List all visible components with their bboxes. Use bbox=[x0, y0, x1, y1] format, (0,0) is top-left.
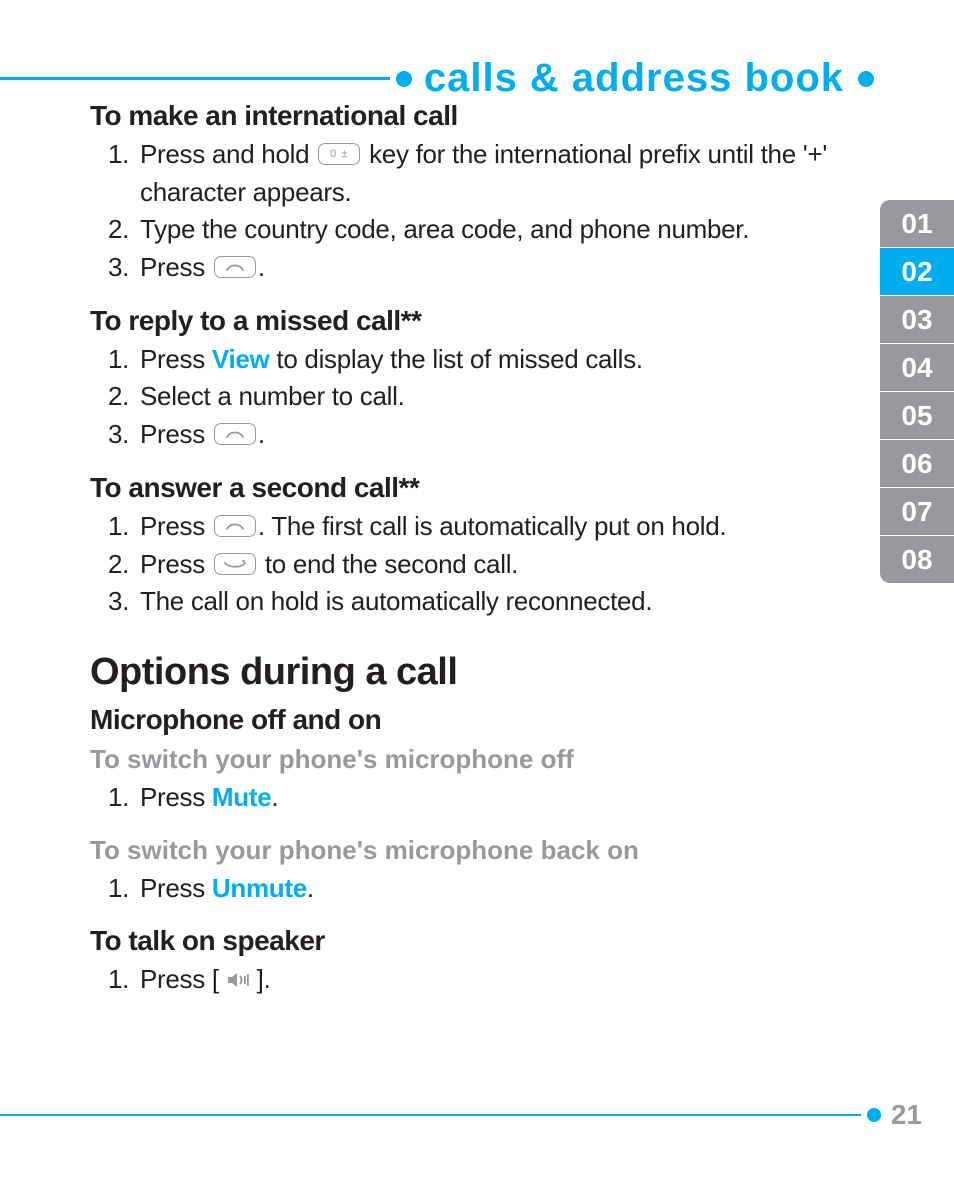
subheading-mic-off: To switch your phone's microphone off bbox=[90, 744, 834, 775]
header-rule-line bbox=[0, 77, 390, 80]
step: Press . bbox=[136, 416, 834, 454]
text: Press and hold bbox=[140, 139, 316, 169]
step: Press Mute. bbox=[136, 779, 834, 817]
header-dot-right-icon bbox=[858, 71, 874, 87]
step: Press and hold 0 ± key for the internati… bbox=[136, 136, 834, 211]
content: To make an international call Press and … bbox=[90, 100, 834, 1018]
step: The call on hold is automatically reconn… bbox=[136, 583, 834, 621]
tab-05[interactable]: 05 bbox=[880, 392, 954, 440]
tab-08[interactable]: 08 bbox=[880, 536, 954, 583]
text: Press bbox=[140, 511, 212, 541]
steps-intl-call: Press and hold 0 ± key for the internati… bbox=[90, 136, 834, 287]
heading-missed-call: To reply to a missed call** bbox=[90, 305, 834, 337]
tab-07[interactable]: 07 bbox=[880, 488, 954, 536]
manual-page: calls & address book 01 02 03 04 05 06 0… bbox=[0, 0, 954, 1179]
tab-04[interactable]: 04 bbox=[880, 344, 954, 392]
footer: 21 bbox=[0, 1099, 922, 1131]
header-dot-left-icon bbox=[396, 71, 412, 87]
steps-mic-on: Press Unmute. bbox=[90, 870, 834, 908]
text: Press bbox=[140, 782, 212, 812]
call-key-icon bbox=[214, 515, 256, 537]
chapter-title: calls & address book bbox=[424, 56, 844, 101]
text: Press bbox=[140, 344, 212, 374]
steps-second-call: Press . The first call is automatically … bbox=[90, 508, 834, 621]
text: to display the list of missed calls. bbox=[269, 344, 642, 374]
steps-mic-off: Press Mute. bbox=[90, 779, 834, 817]
step: Press View to display the list of missed… bbox=[136, 341, 834, 379]
text: . bbox=[258, 252, 265, 282]
zero-key-icon: 0 ± bbox=[318, 143, 360, 165]
softkey-view: View bbox=[212, 344, 270, 374]
text: Press bbox=[140, 549, 212, 579]
step: Press . bbox=[136, 249, 834, 287]
page-number: 21 bbox=[891, 1099, 922, 1131]
text: Press bbox=[140, 252, 212, 282]
tab-02[interactable]: 02 bbox=[880, 248, 954, 296]
softkey-mute: Mute bbox=[212, 782, 271, 812]
heading-microphone: Microphone off and on bbox=[90, 704, 834, 736]
step: Type the country code, area code, and ph… bbox=[136, 211, 834, 249]
text: Press [ bbox=[140, 964, 226, 994]
tab-03[interactable]: 03 bbox=[880, 296, 954, 344]
softkey-unmute: Unmute bbox=[212, 873, 307, 903]
header-rule: calls & address book bbox=[0, 56, 874, 101]
step: Select a number to call. bbox=[136, 378, 834, 416]
text: to end the second call. bbox=[258, 549, 518, 579]
text: . bbox=[271, 782, 278, 812]
text: ]. bbox=[257, 964, 271, 994]
step: Press [ ]. bbox=[136, 961, 834, 1000]
text: Press bbox=[140, 419, 212, 449]
steps-speaker: Press [ ]. bbox=[90, 961, 834, 1000]
heading-speaker: To talk on speaker bbox=[90, 925, 834, 957]
tab-01[interactable]: 01 bbox=[880, 200, 954, 248]
heading-intl-call: To make an international call bbox=[90, 100, 834, 132]
steps-missed-call: Press View to display the list of missed… bbox=[90, 341, 834, 454]
call-key-icon bbox=[214, 423, 256, 445]
text: . bbox=[258, 419, 265, 449]
footer-dot-icon bbox=[867, 1108, 881, 1122]
tab-06[interactable]: 06 bbox=[880, 440, 954, 488]
step: Press Unmute. bbox=[136, 870, 834, 908]
speaker-icon bbox=[226, 963, 250, 1001]
heading-second-call: To answer a second call** bbox=[90, 472, 834, 504]
text: . bbox=[307, 873, 314, 903]
text: . The first call is automatically put on… bbox=[258, 511, 726, 541]
step: Press . The first call is automatically … bbox=[136, 508, 834, 546]
call-key-icon bbox=[214, 256, 256, 278]
section-tabs: 01 02 03 04 05 06 07 08 bbox=[880, 200, 954, 583]
text: Press bbox=[140, 873, 212, 903]
heading-options-during-call: Options during a call bbox=[90, 651, 834, 694]
step: Press to end the second call. bbox=[136, 546, 834, 584]
end-key-icon bbox=[214, 553, 256, 575]
subheading-mic-on: To switch your phone's microphone back o… bbox=[90, 835, 834, 866]
footer-rule-line bbox=[0, 1114, 861, 1116]
